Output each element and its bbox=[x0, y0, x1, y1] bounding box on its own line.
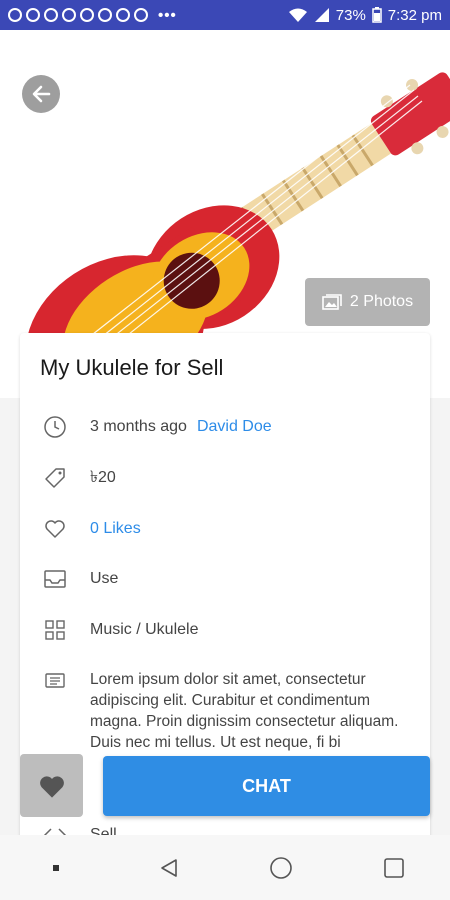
notification-icon bbox=[116, 8, 130, 22]
heart-filled-icon bbox=[39, 775, 64, 798]
nav-dot-button[interactable] bbox=[36, 848, 76, 888]
dot-icon bbox=[53, 864, 60, 871]
notification-icon bbox=[44, 8, 58, 22]
likes-row: 0 Likes bbox=[40, 517, 420, 541]
price-row: ৳20 bbox=[40, 466, 420, 490]
nav-home-icon bbox=[270, 856, 293, 879]
nav-home-button[interactable] bbox=[261, 848, 301, 888]
chat-button[interactable]: CHAT bbox=[103, 756, 430, 816]
notification-icon bbox=[80, 8, 94, 22]
photos-count-button[interactable]: 2 Photos bbox=[305, 278, 430, 326]
category: Music / Ukulele bbox=[90, 621, 199, 638]
heart-icon bbox=[45, 520, 65, 538]
inbox-icon bbox=[44, 570, 66, 588]
posted-time: 3 months ago bbox=[90, 418, 187, 435]
status-bar: ••• 73% 7:32 pm bbox=[0, 0, 450, 30]
more-notifications-icon: ••• bbox=[158, 6, 177, 24]
battery-icon bbox=[372, 7, 382, 23]
photo-icon bbox=[322, 294, 342, 310]
seller-name-link[interactable]: David Doe bbox=[197, 415, 272, 439]
message-icon bbox=[45, 673, 65, 688]
clock-icon bbox=[44, 416, 66, 438]
grid-icon bbox=[45, 620, 65, 640]
notification-icons bbox=[8, 8, 148, 22]
clock-time: 7:32 pm bbox=[387, 6, 442, 24]
likes-link[interactable]: 0 Likes bbox=[90, 517, 141, 541]
signal-icon bbox=[314, 8, 329, 22]
photos-count-label: 2 Photos bbox=[349, 293, 414, 310]
listing-title: My Ukulele for Sell bbox=[40, 355, 224, 380]
nav-back-button[interactable] bbox=[149, 848, 189, 888]
price: ৳20 bbox=[90, 469, 116, 486]
description: Lorem ipsum dolor sit amet, consectetur … bbox=[90, 671, 399, 751]
condition-row: Use bbox=[40, 567, 420, 591]
notification-icon bbox=[62, 8, 76, 22]
wifi-icon bbox=[288, 8, 307, 22]
condition: Use bbox=[90, 570, 119, 587]
description-row: Lorem ipsum dolor sit amet, consectetur … bbox=[40, 669, 420, 753]
nav-recents-icon bbox=[383, 857, 404, 878]
category-row: Music / Ukulele bbox=[40, 618, 420, 642]
favorite-button[interactable] bbox=[20, 754, 83, 817]
back-button[interactable] bbox=[22, 75, 60, 113]
battery-level: 73% bbox=[335, 6, 366, 24]
notification-icon bbox=[8, 8, 22, 22]
navigation-bar bbox=[0, 835, 450, 900]
notification-icon bbox=[26, 8, 40, 22]
tag-icon bbox=[45, 468, 65, 488]
notification-icon bbox=[98, 8, 112, 22]
nav-recents-button[interactable] bbox=[374, 848, 414, 888]
notification-icon bbox=[134, 8, 148, 22]
posted-row: 3 months ago David Doe bbox=[40, 415, 420, 439]
nav-back-icon bbox=[160, 858, 177, 877]
back-arrow-icon bbox=[32, 85, 51, 103]
